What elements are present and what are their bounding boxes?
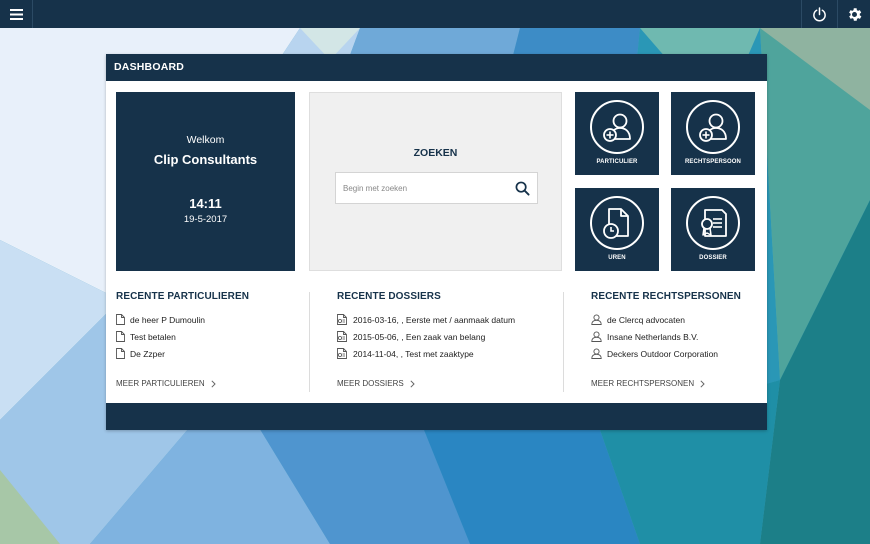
more-link-label: MEER RECHTSPERSONEN: [591, 379, 695, 388]
dossier-icon: [337, 348, 347, 359]
list-item[interactable]: De Zzper: [116, 345, 306, 362]
list-item-label: 2015-05-06, , Een zaak van belang: [353, 331, 486, 342]
more-rechtspersonen-link[interactable]: MEER RECHTSPERSONEN: [591, 379, 705, 388]
search-input[interactable]: [336, 173, 506, 203]
list-item-label: De Zzper: [130, 348, 165, 359]
recent-rechtspersonen: RECENTE RECHTSPERSONEN de Clercq advocat…: [591, 291, 761, 388]
tile-particulier[interactable]: PARTICULIER: [575, 92, 659, 175]
list-item[interactable]: de heer P Dumoulin: [116, 311, 306, 328]
panel-footer: [106, 403, 767, 430]
tile-label: UREN: [608, 255, 626, 261]
settings-button[interactable]: [837, 0, 870, 28]
more-link-label: MEER PARTICULIEREN: [116, 379, 205, 388]
list-item[interactable]: Insane Netherlands B.V.: [591, 328, 761, 345]
document-clock-icon: [590, 196, 644, 250]
section-title: RECENTE RECHTSPERSONEN: [591, 291, 741, 302]
section-title: RECENTE DOSSIERS: [337, 291, 441, 302]
document-icon: [116, 314, 125, 325]
recent-particulieren: RECENTE PARTICULIEREN de heer P Dumoulin…: [116, 291, 306, 388]
document-icon: [116, 331, 125, 342]
column-divider: [309, 292, 310, 392]
list-item-label: Deckers Outdoor Corporation: [607, 348, 719, 359]
list-item-label: Test betalen: [130, 331, 176, 342]
list-item-label: 2016-03-16, , Eerste met / aanmaak datum: [353, 314, 516, 325]
current-time: 14:11: [189, 196, 222, 211]
chevron-right-icon: [410, 379, 415, 388]
section-title: RECENTE PARTICULIEREN: [116, 291, 250, 302]
tile-rechtspersoon[interactable]: RECHTSPERSOON: [671, 92, 755, 175]
column-divider: [563, 292, 564, 392]
search-card: ZOEKEN: [309, 92, 562, 271]
more-dossiers-link[interactable]: MEER DOSSIERS: [337, 379, 415, 388]
list-item-label: Insane Netherlands B.V.: [607, 331, 699, 342]
tile-label: PARTICULIER: [596, 159, 638, 165]
power-button[interactable]: [801, 0, 837, 28]
list-item[interactable]: de Clercq advocaten: [591, 311, 761, 328]
list-item[interactable]: 2015-05-06, , Een zaak van belang: [337, 328, 557, 345]
list-item-label: de heer P Dumoulin: [130, 314, 205, 325]
search-title: ZOEKEN: [413, 147, 458, 159]
list-item-label: 2014-11-04, , Test met zaaktype: [353, 348, 474, 359]
dashboard-panel: DASHBOARD Welkom Clip Consultants 14:11 …: [106, 54, 767, 430]
menu-icon: [9, 8, 23, 20]
panel-title: DASHBOARD: [106, 54, 767, 81]
recent-dossiers: RECENTE DOSSIERS 2016-03-16, , Eerste me…: [337, 291, 557, 388]
person-icon: [591, 314, 602, 325]
list-item[interactable]: 2014-11-04, , Test met zaaktype: [337, 345, 557, 362]
list-item[interactable]: Deckers Outdoor Corporation: [591, 345, 761, 362]
welcome-greeting: Welkom: [186, 134, 225, 146]
list-item-label: de Clercq advocaten: [607, 314, 685, 325]
dossier-icon: [337, 314, 347, 325]
chevron-right-icon: [700, 379, 705, 388]
tile-label: DOSSIER: [699, 255, 727, 261]
document-badge-icon: [686, 196, 740, 250]
list-item[interactable]: 2016-03-16, , Eerste met / aanmaak datum: [337, 311, 557, 328]
person-icon: [591, 331, 602, 342]
power-icon: [813, 6, 826, 21]
dossier-icon: [337, 331, 347, 342]
welcome-card: Welkom Clip Consultants 14:11 19-5-2017: [116, 92, 295, 271]
chevron-right-icon: [211, 379, 216, 388]
company-name: Clip Consultants: [153, 152, 258, 167]
document-icon: [116, 348, 125, 359]
tile-label: RECHTSPERSOON: [685, 159, 741, 165]
tile-dossier[interactable]: DOSSIER: [671, 188, 755, 271]
add-person-icon: [590, 100, 644, 154]
tile-uren[interactable]: UREN: [575, 188, 659, 271]
gear-icon: [848, 7, 861, 21]
search-box[interactable]: [335, 172, 538, 204]
more-particulieren-link[interactable]: MEER PARTICULIEREN: [116, 379, 216, 388]
menu-button[interactable]: [0, 0, 33, 28]
add-person-icon: [686, 100, 740, 154]
person-icon: [591, 348, 602, 359]
more-link-label: MEER DOSSIERS: [337, 379, 404, 388]
top-bar: [0, 0, 870, 28]
search-icon[interactable]: [515, 181, 530, 196]
current-date: 19-5-2017: [183, 214, 228, 225]
list-item[interactable]: Test betalen: [116, 328, 306, 345]
